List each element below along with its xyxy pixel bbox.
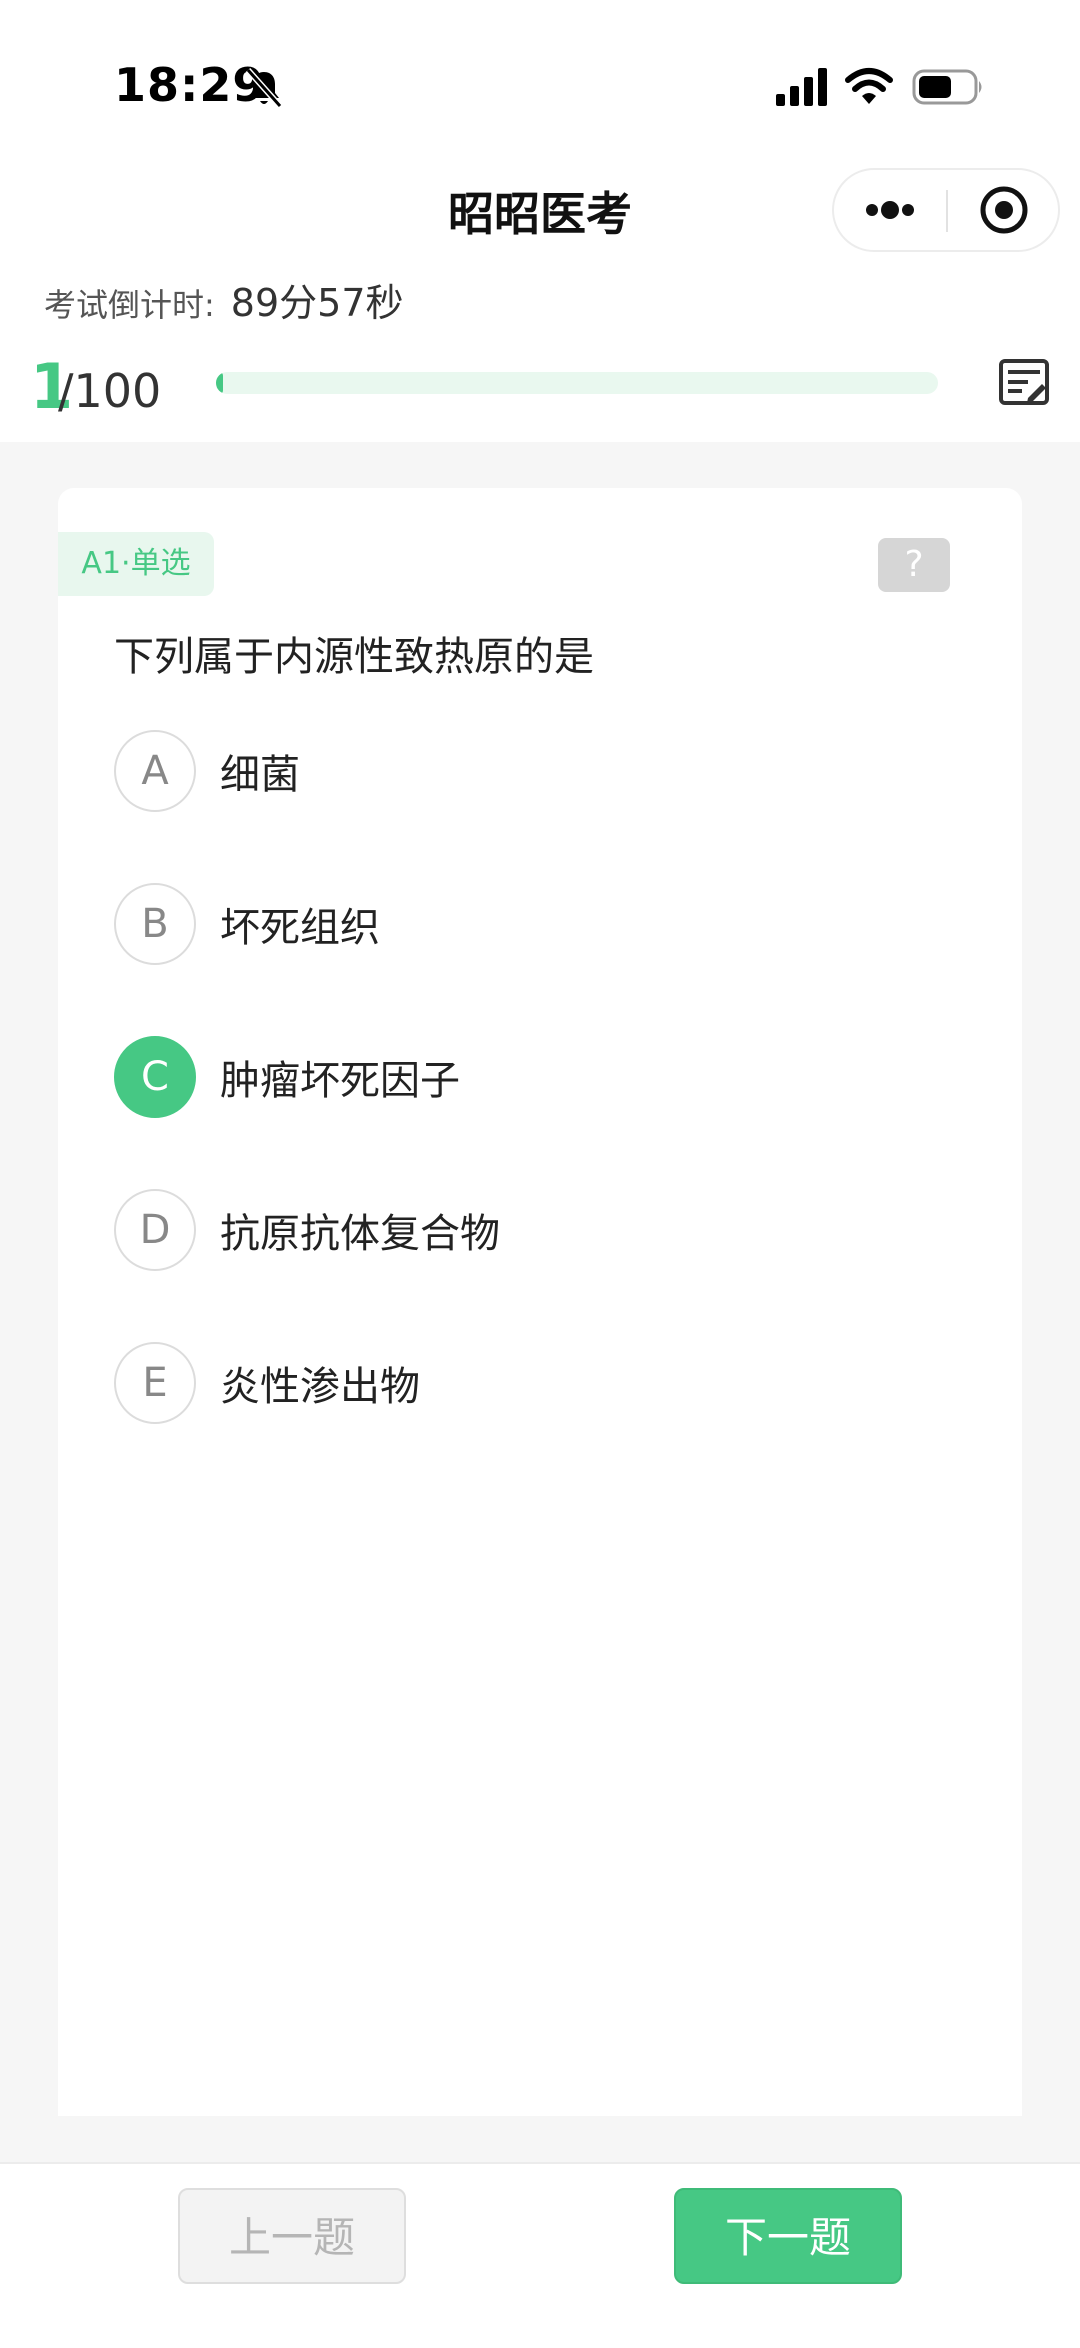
more-icon[interactable] [834, 170, 946, 250]
close-target-icon[interactable] [948, 170, 1060, 250]
option-e[interactable]: E 炎性渗出物 [114, 1338, 974, 1428]
progress-total: /100 [58, 364, 162, 418]
option-text: 细菌 [220, 752, 300, 798]
mini-program-capsule [832, 168, 1060, 252]
status-bar: 18:29 [0, 0, 1080, 150]
question-text: 下列属于内源性致热原的是 [114, 634, 594, 680]
header-area: 18:29 昭昭医考 考试倒计时: 89分57秒 1 /100 [0, 0, 1080, 442]
option-text: 坏死组织 [220, 905, 380, 951]
answer-sheet-icon[interactable] [998, 358, 1050, 410]
option-d[interactable]: D 抗原抗体复合物 [114, 1185, 974, 1275]
option-letter: C [114, 1036, 196, 1118]
option-text: 炎性渗出物 [220, 1364, 420, 1410]
bottom-bar: 上一题 下一题 [0, 2162, 1080, 2348]
signal-icon [776, 68, 827, 106]
option-letter: B [114, 883, 196, 965]
progress-bar-fill [216, 372, 224, 394]
prev-question-button[interactable]: 上一题 [178, 2188, 406, 2284]
countdown-timer: 考试倒计时: 89分57秒 [44, 272, 404, 325]
wifi-icon [845, 68, 893, 104]
battery-icon [912, 69, 982, 105]
timer-label: 考试倒计时: [44, 286, 215, 324]
progress-bar [216, 372, 938, 394]
bell-muted-icon [245, 68, 283, 108]
option-a[interactable]: A 细菌 [114, 726, 974, 816]
option-b[interactable]: B 坏死组织 [114, 879, 974, 969]
next-question-button[interactable]: 下一题 [674, 2188, 902, 2284]
option-text: 肿瘤坏死因子 [220, 1058, 460, 1104]
status-time: 18:29 [114, 58, 266, 112]
question-type-tag: A1·单选 [58, 532, 214, 596]
option-c[interactable]: C 肿瘤坏死因子 [114, 1032, 974, 1122]
help-button[interactable]: ? [878, 538, 950, 592]
option-text: 抗原抗体复合物 [220, 1211, 500, 1257]
question-card: A1·单选 ? 下列属于内源性致热原的是 A 细菌 B 坏死组织 C 肿瘤坏死因… [58, 488, 1022, 2116]
option-letter: A [114, 730, 196, 812]
option-letter: E [114, 1342, 196, 1424]
timer-value: 89分57秒 [230, 281, 404, 325]
option-letter: D [114, 1189, 196, 1271]
